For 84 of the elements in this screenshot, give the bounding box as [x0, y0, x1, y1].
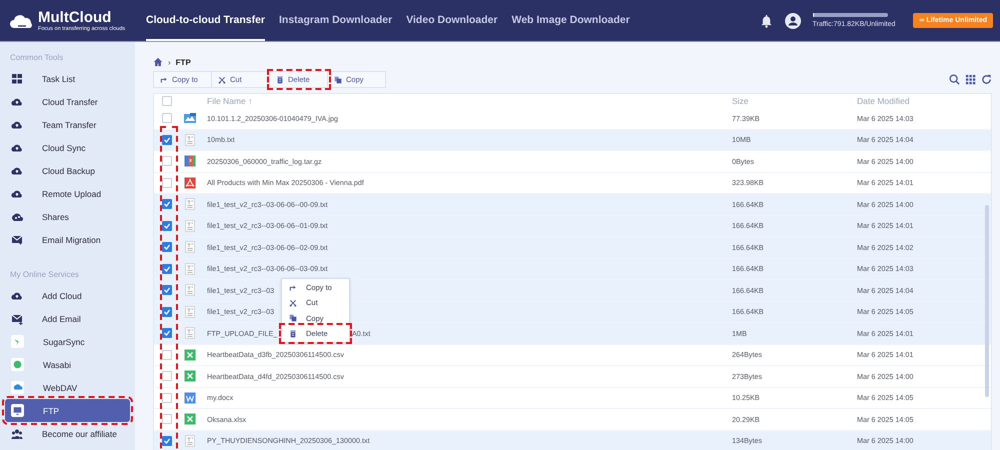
row-checkbox[interactable]	[162, 113, 172, 124]
text-file-icon	[184, 306, 196, 318]
search-button[interactable]	[949, 74, 960, 85]
sidebar-item[interactable]: FTP	[5, 399, 130, 422]
text-file-icon	[184, 284, 196, 296]
grid-view-icon	[965, 74, 976, 85]
select-all-checkbox[interactable]	[162, 96, 172, 106]
document-file-icon	[184, 392, 196, 404]
row-checkbox[interactable]	[162, 436, 172, 446]
home-icon	[153, 57, 163, 67]
sidebar-item[interactable]: Add Email	[0, 307, 130, 330]
spreadsheet-file-icon	[184, 413, 196, 426]
sidebar-item[interactable]: Remote Upload	[0, 182, 130, 205]
grid-icon	[11, 72, 23, 84]
row-checkbox[interactable]	[162, 199, 172, 210]
text-file-icon	[184, 134, 196, 146]
trash-icon	[289, 330, 297, 338]
nav-tab[interactable]: Video Downloader	[406, 0, 498, 41]
sidebar-item[interactable]: Become our affiliate	[0, 422, 130, 445]
share-icon	[11, 210, 23, 222]
pdf-file-icon	[184, 176, 196, 189]
row-checkbox[interactable]	[162, 156, 172, 166]
row-checkbox[interactable]	[162, 350, 172, 360]
forward-arrow-icon	[289, 284, 297, 292]
row-checkbox[interactable]	[162, 306, 172, 317]
row-checkbox[interactable]	[162, 134, 172, 145]
sidebar-item[interactable]: Cloud Sync	[0, 136, 130, 159]
cloud-arrow-icon	[11, 96, 23, 108]
notification-button[interactable]	[760, 14, 773, 28]
section-title: Common Tools	[9, 52, 64, 64]
spreadsheet-file-icon	[184, 370, 196, 382]
sidebar-item[interactable]: Team Transfer	[0, 113, 130, 136]
scissors-icon	[218, 76, 226, 84]
section-title: My Online Services	[9, 269, 80, 281]
text-file-icon	[184, 198, 196, 210]
nav-tab[interactable]: Instagram Downloader	[279, 0, 392, 41]
text-file-icon	[184, 241, 196, 254]
user-avatar-icon	[784, 12, 801, 28]
search-icon	[949, 74, 960, 85]
sidebar-item[interactable]: Add Cloud	[0, 284, 130, 307]
copy-icon	[289, 314, 297, 322]
monitor-icon	[11, 404, 24, 417]
breadcrumb-current[interactable]: FTP	[176, 58, 191, 66]
row-checkbox[interactable]	[162, 414, 172, 424]
scrollbar[interactable]	[985, 205, 989, 397]
sidebar-item[interactable]: SugarSync	[0, 330, 130, 353]
row-checkbox[interactable]	[162, 264, 172, 274]
row-checkbox[interactable]	[162, 285, 172, 296]
image-file-icon	[184, 112, 196, 124]
text-file-icon	[184, 220, 196, 232]
mail-add-icon	[11, 312, 23, 324]
avatar-button[interactable]	[784, 12, 801, 28]
refresh-icon	[981, 74, 992, 85]
refresh-button[interactable]	[981, 74, 992, 85]
row-checkbox[interactable]	[162, 242, 172, 252]
sidebar-item[interactable]: Task List	[0, 67, 130, 90]
row-checkbox[interactable]	[162, 220, 172, 231]
mail-icon	[11, 234, 23, 246]
text-file-icon	[184, 262, 196, 275]
forward-arrow-icon	[160, 76, 168, 84]
row-checkbox[interactable]	[162, 392, 172, 403]
trash-icon	[276, 76, 284, 84]
spreadsheet-file-icon	[184, 348, 196, 361]
row-checkbox[interactable]	[162, 328, 172, 338]
sidebar-item[interactable]: Wasabi	[0, 353, 130, 376]
breadcrumb-separator: ›	[168, 58, 171, 66]
grid-view-button[interactable]	[965, 74, 976, 85]
row-checkbox[interactable]	[162, 371, 172, 382]
people-icon	[11, 428, 23, 440]
sidebar-item[interactable]: Email Migration	[0, 228, 130, 251]
scissors-icon	[289, 298, 297, 307]
text-file-icon	[184, 434, 196, 447]
brand-name: MultCloud	[38, 10, 112, 26]
row-checkbox[interactable]	[162, 178, 172, 188]
sidebar-item[interactable]: Cloud Transfer	[0, 90, 130, 113]
cloud-upload-icon	[11, 188, 23, 200]
text-file-icon	[184, 327, 196, 340]
archive-file-icon	[184, 155, 196, 168]
bell-icon	[760, 14, 773, 28]
sidebar-item[interactable]: Shares	[0, 205, 130, 228]
home-button[interactable]	[153, 57, 163, 67]
copy-icon	[334, 76, 342, 84]
nav-tab[interactable]: Web Image Downloader	[512, 0, 630, 41]
sidebar-item[interactable]: Cloud Backup	[0, 159, 130, 182]
